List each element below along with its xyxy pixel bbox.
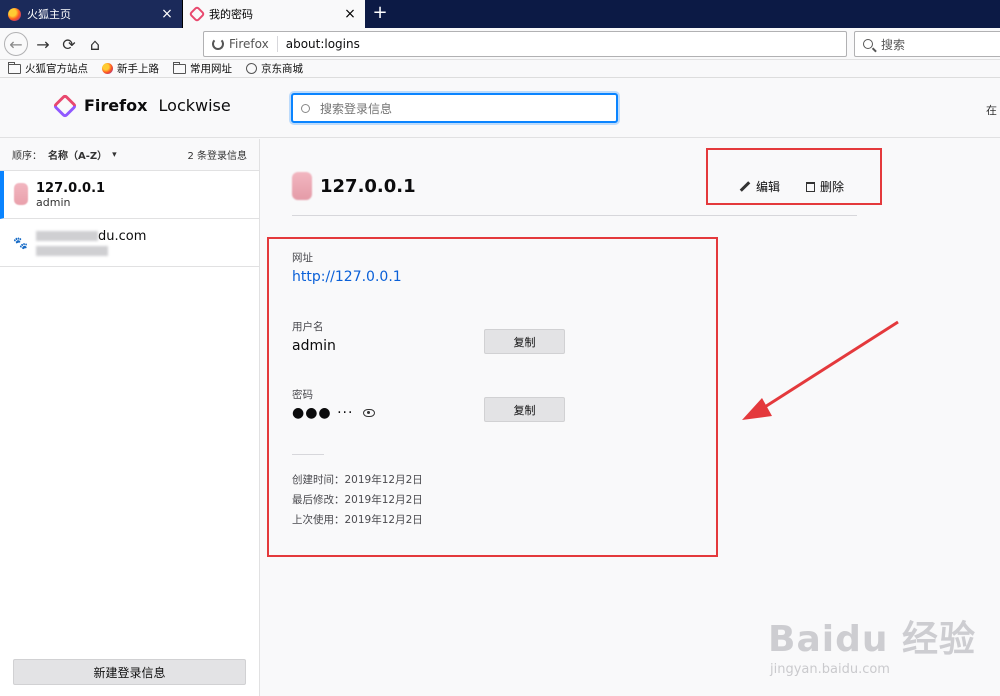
folder-icon (173, 61, 186, 74)
sort-label: 顺序： (12, 151, 42, 162)
search-icon (301, 103, 310, 113)
create-login-button[interactable]: 新建登录信息 (13, 659, 246, 685)
site-favicon-icon (292, 172, 312, 200)
identity-label: Firefox (229, 37, 269, 51)
close-icon[interactable]: × (343, 6, 357, 22)
login-title: du.com (36, 229, 146, 244)
folder-icon (8, 61, 21, 74)
login-title-visible: du.com (98, 228, 147, 244)
trash-icon (806, 181, 815, 192)
search-icon (863, 39, 873, 49)
login-count: 2 条登录信息 (187, 151, 247, 162)
bookmark-firefox-official[interactable]: 火狐官方站点 (8, 61, 88, 76)
new-tab-button[interactable]: + (370, 2, 390, 24)
back-button[interactable]: ← (4, 32, 28, 56)
baidu-watermark: Baidu 经验 jingyan.baidu.com (768, 590, 998, 690)
edit-label: 编辑 (756, 180, 781, 194)
filter-placeholder: 搜索登录信息 (320, 101, 393, 116)
lockwise-header: Firefox Lockwise 搜索登录信息 在 (0, 78, 1000, 138)
tab-title: 我的密码 (209, 8, 253, 21)
tab-strip: 火狐主页 × 我的密码 × + (0, 0, 1000, 28)
login-detail-header: 127.0.0.1 (292, 172, 416, 200)
tab-firefox-home[interactable]: 火狐主页 × (0, 0, 183, 28)
annotation-box-actions (706, 148, 882, 205)
bookmark-common-sites[interactable]: 常用网址 (173, 61, 232, 76)
copy-password-button[interactable]: 复制 (484, 397, 565, 422)
bookmark-label: 常用网址 (190, 63, 232, 75)
password-label: 密码 (292, 389, 313, 401)
login-list-sidebar: 顺序： 名称（A-Z） ▾ 2 条登录信息 127.0.0.1 admin 🐾 … (0, 139, 260, 696)
reveal-password-eye-icon[interactable] (363, 409, 376, 417)
watermark-sub: jingyan.baidu.com (770, 662, 890, 677)
login-filter-input[interactable]: 搜索登录信息 (291, 93, 618, 123)
username-label: 用户名 (292, 321, 324, 333)
sort-row: 顺序： 名称（A-Z） ▾ 2 条登录信息 (0, 139, 259, 171)
password-value: ●●● ··· (292, 405, 354, 421)
bookmark-getting-started[interactable]: 新手上路 (102, 61, 159, 76)
blurred-text (36, 231, 98, 241)
pencil-icon (739, 181, 751, 192)
firefox-icon (212, 38, 224, 50)
bookmark-jd[interactable]: 京东商城 (246, 61, 303, 76)
delete-label: 删除 (820, 180, 845, 194)
copy-username-button[interactable]: 复制 (484, 329, 565, 354)
reload-button[interactable]: ⟳ (57, 32, 81, 56)
origin-label: 网址 (292, 252, 313, 264)
bookmarks-toolbar: 火狐官方站点 新手上路 常用网址 京东商城 (0, 60, 1000, 78)
nav-bar: ← → ⟳ ⌂ Firefox about:logins 搜索 (0, 28, 1000, 60)
username-value: admin (292, 338, 336, 354)
watermark-main: Baidu 经验 (768, 619, 977, 660)
identity-box[interactable]: Firefox (212, 36, 278, 52)
modified-time: 最后修改：2019年12月2日 (292, 494, 423, 506)
close-icon[interactable]: × (160, 6, 174, 22)
lockwise-icon (188, 5, 206, 23)
url-text[interactable]: about:logins (278, 37, 360, 51)
bookmark-label: 火狐官方站点 (25, 63, 88, 75)
login-username: admin (36, 195, 71, 209)
firefox-icon (8, 7, 21, 21)
brand-logo: Firefox Lockwise (52, 92, 231, 119)
login-username (36, 244, 146, 257)
globe-icon (246, 63, 257, 74)
delete-button[interactable]: 删除 (806, 178, 844, 195)
password-field: ●●● ··· (292, 405, 376, 421)
origin-link[interactable]: http://127.0.0.1 (292, 269, 402, 285)
tab-title: 火狐主页 (27, 8, 71, 21)
sort-select[interactable]: 名称（A-Z） (48, 147, 107, 162)
firefox-icon (102, 63, 113, 74)
header-right-text[interactable]: 在 (986, 102, 997, 118)
search-placeholder: 搜索 (881, 37, 906, 52)
divider (292, 215, 857, 216)
login-detail-title: 127.0.0.1 (320, 175, 416, 197)
divider (292, 454, 324, 455)
brand-name-rest: Lockwise (153, 96, 231, 115)
edit-button[interactable]: 编辑 (739, 178, 780, 195)
tab-my-passwords[interactable]: 我的密码 × (183, 0, 365, 28)
login-list-item[interactable]: 127.0.0.1 admin (0, 171, 259, 219)
bookmark-label: 新手上路 (117, 63, 159, 75)
baidu-paw-icon: 🐾 (13, 236, 28, 250)
login-list-item[interactable]: 🐾 du.com (0, 219, 259, 267)
chevron-down-icon[interactable]: ▾ (112, 150, 117, 160)
last-used-time: 上次使用：2019年12月2日 (292, 514, 423, 526)
home-button[interactable]: ⌂ (83, 32, 107, 56)
blurred-text (36, 245, 108, 256)
created-time: 创建时间：2019年12月2日 (292, 474, 423, 486)
search-bar[interactable]: 搜索 (854, 31, 1000, 57)
lockwise-icon (52, 92, 78, 119)
login-title: 127.0.0.1 (36, 180, 106, 196)
url-bar[interactable]: Firefox about:logins (203, 31, 847, 57)
forward-button[interactable]: → (31, 32, 55, 56)
site-favicon-icon (14, 183, 28, 205)
brand-name-bold: Firefox (84, 96, 148, 115)
bookmark-label: 京东商城 (261, 63, 303, 75)
